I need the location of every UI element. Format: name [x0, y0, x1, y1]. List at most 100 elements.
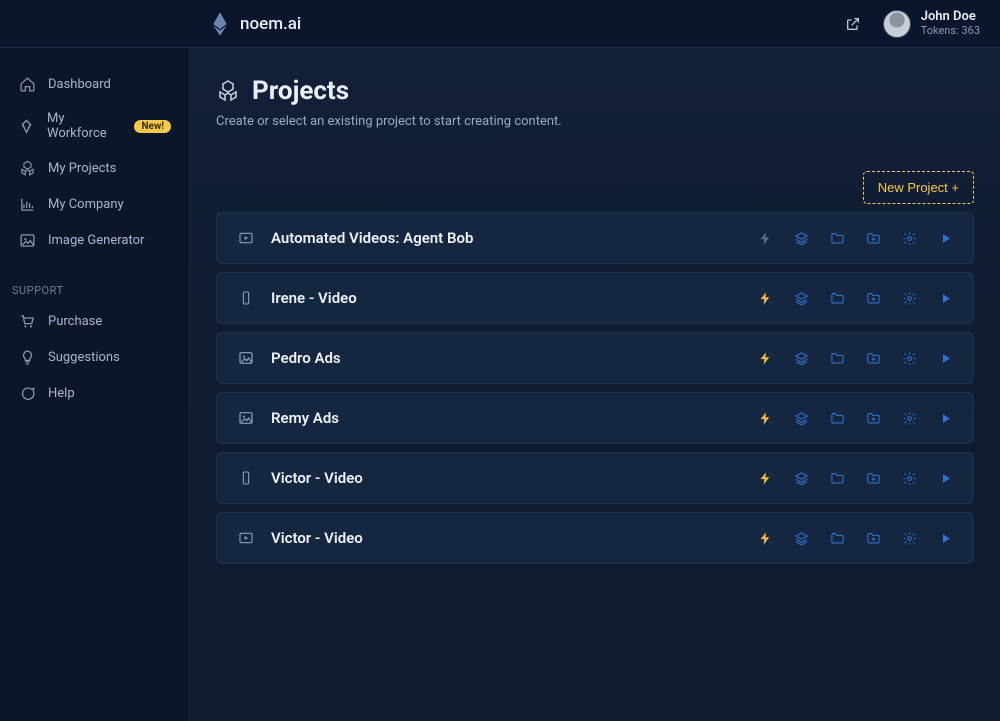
support-item-suggestions[interactable]: Suggestions	[0, 339, 189, 375]
app-header: noem.ai John Doe Tokens: 363	[0, 0, 1000, 48]
new-project-button[interactable]: New Project +	[863, 171, 974, 204]
gear-icon[interactable]	[901, 530, 917, 546]
sidebar-item-my-projects[interactable]: My Projects	[0, 150, 189, 186]
external-link-icon[interactable]	[845, 16, 861, 32]
image-icon	[18, 231, 36, 249]
cart-icon	[18, 312, 36, 330]
lightning-icon[interactable]	[757, 350, 773, 366]
project-name: Automated Videos: Agent Bob	[271, 229, 473, 247]
folder-icon[interactable]	[829, 350, 845, 366]
main-content: Projects Create or select an existing pr…	[190, 48, 1000, 721]
user-tokens: Tokens: 363	[921, 25, 980, 37]
video-icon	[237, 529, 255, 547]
nav-main: Dashboard My WorkforceNew!My Projects My C…	[0, 66, 189, 258]
chat-icon	[18, 384, 36, 402]
project-row[interactable]: Victor - Video	[216, 452, 974, 504]
gear-icon[interactable]	[901, 230, 917, 246]
nav-label: Image Generator	[48, 233, 144, 248]
brand-name: noem.ai	[240, 14, 301, 34]
sidebar-item-dashboard[interactable]: Dashboard	[0, 66, 189, 102]
page-subtitle: Create or select an existing project to …	[216, 114, 974, 129]
user-name: John Doe	[921, 10, 980, 24]
page-title: Projects	[252, 76, 349, 106]
nav-label: My Company	[48, 197, 124, 212]
folder-icon[interactable]	[829, 470, 845, 486]
project-row[interactable]: Irene - Video	[216, 272, 974, 324]
play-icon[interactable]	[937, 230, 953, 246]
sidebar-item-my-workforce[interactable]: My WorkforceNew!	[0, 102, 189, 150]
folder-add-icon[interactable]	[865, 230, 881, 246]
folder-add-icon[interactable]	[865, 470, 881, 486]
phone-icon	[237, 289, 255, 307]
folder-add-icon[interactable]	[865, 530, 881, 546]
folder-icon[interactable]	[829, 290, 845, 306]
image-icon	[237, 349, 255, 367]
layers-icon[interactable]	[793, 470, 809, 486]
video-icon	[237, 229, 255, 247]
project-row[interactable]: Remy Ads	[216, 392, 974, 444]
folder-add-icon[interactable]	[865, 410, 881, 426]
project-name: Victor - Video	[271, 529, 363, 547]
support-heading: SUPPORT	[0, 284, 189, 303]
project-actions	[757, 230, 953, 246]
project-name: Remy Ads	[271, 409, 339, 427]
nav-support: Purchase Suggestions Help	[0, 303, 189, 411]
gear-icon[interactable]	[901, 350, 917, 366]
layers-icon[interactable]	[793, 230, 809, 246]
layers-icon[interactable]	[793, 530, 809, 546]
avatar	[883, 10, 911, 38]
lightning-icon[interactable]	[757, 230, 773, 246]
lightning-icon[interactable]	[757, 470, 773, 486]
brand[interactable]: noem.ai	[210, 12, 301, 36]
folder-add-icon[interactable]	[865, 290, 881, 306]
nav-label: My Workforce	[47, 111, 122, 141]
play-icon[interactable]	[937, 530, 953, 546]
home-icon	[18, 75, 36, 93]
project-row[interactable]: Pedro Ads	[216, 332, 974, 384]
project-name: Pedro Ads	[271, 349, 341, 367]
project-row[interactable]: Automated Videos: Agent Bob	[216, 212, 974, 264]
projects-icon	[216, 79, 240, 103]
diamond-icon	[18, 117, 35, 135]
nav-label: Help	[48, 386, 75, 401]
layers-icon[interactable]	[793, 350, 809, 366]
layers-icon[interactable]	[793, 290, 809, 306]
project-list: Automated Videos: Agent Bob Irene - Video…	[216, 212, 974, 564]
project-actions	[757, 530, 953, 546]
gear-icon[interactable]	[901, 470, 917, 486]
nav-label: Suggestions	[48, 350, 120, 365]
phone-icon	[237, 469, 255, 487]
folder-icon[interactable]	[829, 410, 845, 426]
support-item-help[interactable]: Help	[0, 375, 189, 411]
sidebar-item-my-company[interactable]: My Company	[0, 186, 189, 222]
cubes-icon	[18, 159, 36, 177]
project-actions	[757, 350, 953, 366]
layers-icon[interactable]	[793, 410, 809, 426]
play-icon[interactable]	[937, 350, 953, 366]
folder-icon[interactable]	[829, 530, 845, 546]
project-name: Victor - Video	[271, 469, 363, 487]
gear-icon[interactable]	[901, 410, 917, 426]
play-icon[interactable]	[937, 470, 953, 486]
lightning-icon[interactable]	[757, 410, 773, 426]
folder-icon[interactable]	[829, 230, 845, 246]
folder-add-icon[interactable]	[865, 350, 881, 366]
play-icon[interactable]	[937, 290, 953, 306]
user-menu[interactable]: John Doe Tokens: 363	[883, 10, 980, 38]
lightning-icon[interactable]	[757, 290, 773, 306]
project-row[interactable]: Victor - Video	[216, 512, 974, 564]
project-actions	[757, 470, 953, 486]
play-icon[interactable]	[937, 410, 953, 426]
bulb-icon	[18, 348, 36, 366]
nav-label: Dashboard	[48, 77, 111, 92]
project-name: Irene - Video	[271, 289, 357, 307]
lightning-icon[interactable]	[757, 530, 773, 546]
project-actions	[757, 410, 953, 426]
sidebar-item-image-generator[interactable]: Image Generator	[0, 222, 189, 258]
image-icon	[237, 409, 255, 427]
sidebar: Dashboard My WorkforceNew!My Projects My C…	[0, 48, 190, 721]
gear-icon[interactable]	[901, 290, 917, 306]
support-item-purchase[interactable]: Purchase	[0, 303, 189, 339]
project-actions	[757, 290, 953, 306]
chart-icon	[18, 195, 36, 213]
